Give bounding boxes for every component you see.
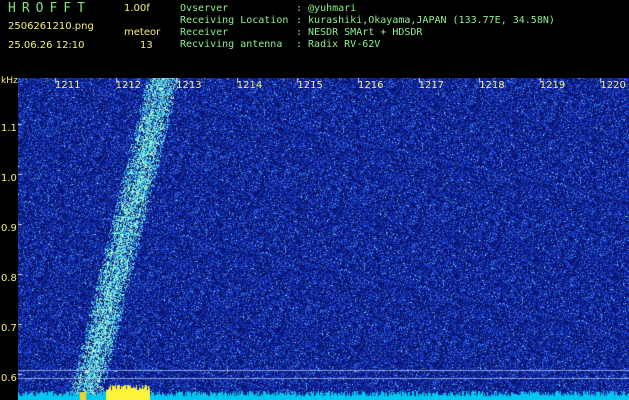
receiver-value: : NESDR SMArt + HDSDR [296, 27, 423, 38]
header-panel: HROFFT 1.00f 2506261210.png 25.06.26 12:… [0, 0, 629, 78]
x-tick-label: 1212 [115, 80, 142, 91]
x-tick-label: 1218 [479, 80, 505, 91]
y-tick-label: 0.8 [1, 273, 17, 284]
image-timestamp: 25.06.26 12:10 [8, 40, 85, 51]
y-tick-label: 0.6 [1, 373, 17, 384]
spectrogram-canvas [18, 78, 629, 400]
mode-label: meteor [124, 27, 161, 38]
x-tick-label: 1214 [236, 80, 263, 91]
x-tick-label: 1213 [176, 80, 202, 91]
y-tick-label: 0.9 [1, 223, 17, 234]
antenna-label: Recviving antenna [180, 39, 283, 50]
y-tick-label: 1.1 [1, 123, 17, 134]
x-tick-label: 1215 [297, 80, 323, 91]
antenna-value: : Radix RV-62V [296, 39, 381, 50]
x-tick-label: 1219 [539, 80, 566, 91]
receiver-label: Receiver [180, 27, 229, 38]
event-count: 13 [140, 40, 153, 51]
x-tick-label: 1211 [55, 80, 81, 91]
x-tick-label: 1220 [600, 80, 626, 91]
y-axis-unit: kHz [1, 76, 18, 86]
observer-value: : @yuhmari [296, 3, 357, 14]
location-value: : kurashiki,Okayama,JAPAN (133.77E, 34.5… [296, 15, 555, 26]
observer-label: Ovserver [180, 3, 229, 14]
app-title: HROFFT [8, 1, 91, 16]
x-tick-label: 1216 [358, 80, 384, 91]
y-tick-label: 0.7 [1, 323, 17, 334]
image-filename: 2506261210.png [8, 21, 94, 32]
location-label: Receiving Location [180, 15, 289, 26]
x-tick-label: 1217 [418, 80, 445, 91]
y-tick-label: 1.0 [1, 173, 17, 184]
app-version: 1.00f [124, 3, 150, 14]
